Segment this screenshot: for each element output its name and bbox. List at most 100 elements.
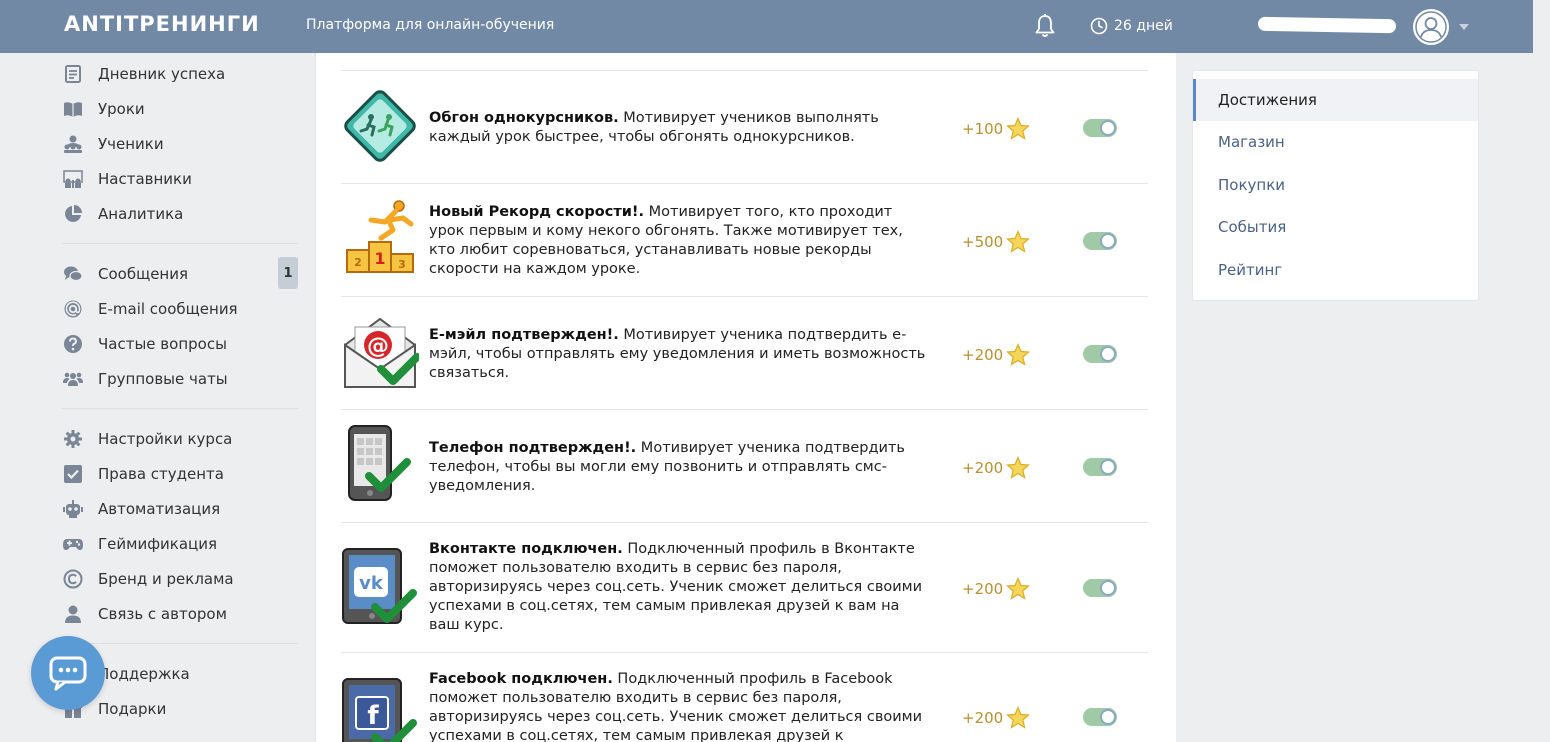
sidebar-item-label: Дневник успеха [98, 65, 226, 83]
achievement-description: Вконтакте подключен. Подключенный профил… [429, 540, 929, 635]
achievement-points: +200 [962, 343, 1031, 367]
sidebar-divider [62, 643, 298, 644]
book-icon [62, 98, 84, 120]
mentors-icon [62, 168, 84, 190]
logo[interactable]: ANTITРЕНИНГИ [64, 12, 260, 36]
overtake-badge-icon [344, 90, 416, 162]
sidebar-item-contact-author[interactable]: Связь с автором [62, 600, 300, 628]
achievement-description: Е-мэйл подтвержден!. Мотивирует ученика … [429, 326, 929, 383]
sidebar-item-gifts[interactable]: Подарки [62, 695, 300, 723]
speed-record-badge-icon: 2 1 3 [346, 200, 414, 273]
points-value: +200 [962, 346, 1004, 364]
sidebar-item-label: Ученики [98, 135, 164, 153]
sidebar-item-automation[interactable]: Автоматизация [62, 495, 300, 523]
sidebar-divider [62, 243, 298, 244]
submenu-item-purchases[interactable]: Покупки [1193, 164, 1478, 206]
chat-widget-button[interactable] [31, 636, 105, 710]
sidebar-item-mentors[interactable]: Наставники [62, 165, 300, 193]
achievement-toggle[interactable] [1083, 579, 1117, 597]
sidebar-item-faq[interactable]: Частые вопросы [62, 330, 300, 358]
sidebar-item-analytics[interactable]: Аналитика [62, 200, 300, 228]
submenu-item-events[interactable]: События [1193, 206, 1478, 248]
star-icon [1006, 577, 1031, 600]
username-redacted[interactable] [1257, 16, 1397, 34]
sidebar-item-email-messages[interactable]: E-mail сообщения [62, 295, 300, 323]
star-icon [1006, 706, 1031, 729]
subscription-days[interactable]: 26 дней [1090, 17, 1173, 35]
star-icon [1006, 343, 1031, 366]
svg-text:1: 1 [374, 249, 385, 268]
top-header: ANTITРЕНИНГИ Платформа для онлайн-обучен… [0, 0, 1533, 53]
sidebar-item-messages[interactable]: Сообщения 1 [62, 257, 300, 289]
vk-connected-badge-icon: vk [342, 548, 417, 624]
sidebar-item-label: Поддержка [98, 665, 190, 683]
points-value: +200 [962, 459, 1004, 477]
sidebar-item-label: Групповые чаты [98, 370, 228, 388]
achievement-row: f Facebook подключен. Подключенный профи… [341, 652, 1148, 742]
sidebar-item-label: Сообщения [98, 265, 189, 283]
phone-confirmed-badge-icon [348, 425, 411, 501]
achievement-toggle[interactable] [1083, 708, 1117, 726]
sidebar-item-label: Права студента [98, 465, 224, 483]
sidebar-item-students[interactable]: Ученики [62, 130, 300, 158]
achievement-toggle[interactable] [1083, 119, 1117, 137]
star-icon [1006, 456, 1031, 479]
chevron-down-icon[interactable] [1459, 24, 1469, 30]
pie-chart-icon [62, 203, 84, 225]
sidebar-divider [62, 408, 298, 409]
avatar[interactable] [1413, 9, 1449, 45]
achievement-toggle[interactable] [1083, 232, 1117, 250]
sidebar-item-label: Геймификация [98, 535, 217, 553]
sidebar-item-student-rights[interactable]: Права студента [62, 460, 300, 488]
achievement-points: +200 [962, 577, 1031, 601]
user-avatar-icon [1415, 11, 1447, 43]
achievement-row: 2 1 3 Новый Рекорд скорости!. Мотивирует… [341, 183, 1148, 296]
messages-icon [62, 263, 84, 285]
achievement-points: +100 [962, 117, 1031, 141]
gear-icon [62, 428, 84, 450]
chat-bubble-icon [49, 656, 87, 691]
achievement-toggle[interactable] [1083, 345, 1117, 363]
sidebar-item-label: Частые вопросы [98, 335, 227, 353]
achievement-toggle[interactable] [1083, 458, 1117, 476]
sidebar-item-label: Настройки курса [98, 430, 233, 448]
gamepad-icon [62, 533, 84, 555]
facebook-connected-badge-icon: f [342, 678, 417, 742]
submenu-item-achievements[interactable]: Достижения [1193, 79, 1478, 121]
points-value: +200 [962, 580, 1004, 598]
points-value: +200 [962, 709, 1004, 727]
achievements-list: Обгон однокурсников. Мотивирует учеников… [316, 53, 1176, 742]
sidebar-item-lessons[interactable]: Уроки [62, 95, 300, 123]
at-sign-icon [62, 298, 84, 320]
achievement-row: @ Е-мэйл подтвержден!. Мотивирует ученик… [341, 296, 1148, 409]
sidebar-item-label: Аналитика [98, 205, 184, 223]
sidebar-item-label: Уроки [98, 100, 145, 118]
points-value: +500 [962, 233, 1004, 251]
achievement-points: +200 [962, 456, 1031, 480]
copyright-icon [62, 568, 84, 590]
achievement-points: +200 [962, 706, 1031, 730]
sidebar-item-diary[interactable]: Дневник успеха [62, 60, 300, 88]
sidebar-item-label: Подарки [98, 700, 167, 718]
days-text: 26 дней [1114, 18, 1173, 34]
achievement-title: Facebook подключен. [429, 671, 613, 687]
group-icon [62, 368, 84, 390]
user-icon [62, 603, 84, 625]
sidebar-item-label: Бренд и реклама [98, 570, 234, 588]
robot-icon [62, 498, 84, 520]
tagline: Платформа для онлайн-обучения [306, 17, 555, 33]
sidebar-item-label: E-mail сообщения [98, 300, 238, 318]
sidebar-item-brand[interactable]: Бренд и реклама [62, 565, 300, 593]
sidebar-item-group-chats[interactable]: Групповые чаты [62, 365, 300, 393]
svg-text:@: @ [367, 334, 389, 359]
submenu-item-shop[interactable]: Магазин [1193, 121, 1478, 163]
bell-icon[interactable] [1033, 13, 1057, 39]
svg-text:f: f [367, 701, 379, 731]
achievement-row: Телефон подтвержден!. Мотивирует ученика… [341, 409, 1148, 522]
achievement-description: Телефон подтвержден!. Мотивирует ученика… [429, 439, 929, 496]
submenu-item-rating[interactable]: Рейтинг [1193, 249, 1478, 291]
achievement-title: Вконтакте подключен. [429, 541, 623, 557]
achievement-description: Facebook подключен. Подключенный профиль… [429, 670, 929, 742]
sidebar-item-course-settings[interactable]: Настройки курса [62, 425, 300, 453]
sidebar-item-gamification[interactable]: Геймификация [62, 530, 300, 558]
